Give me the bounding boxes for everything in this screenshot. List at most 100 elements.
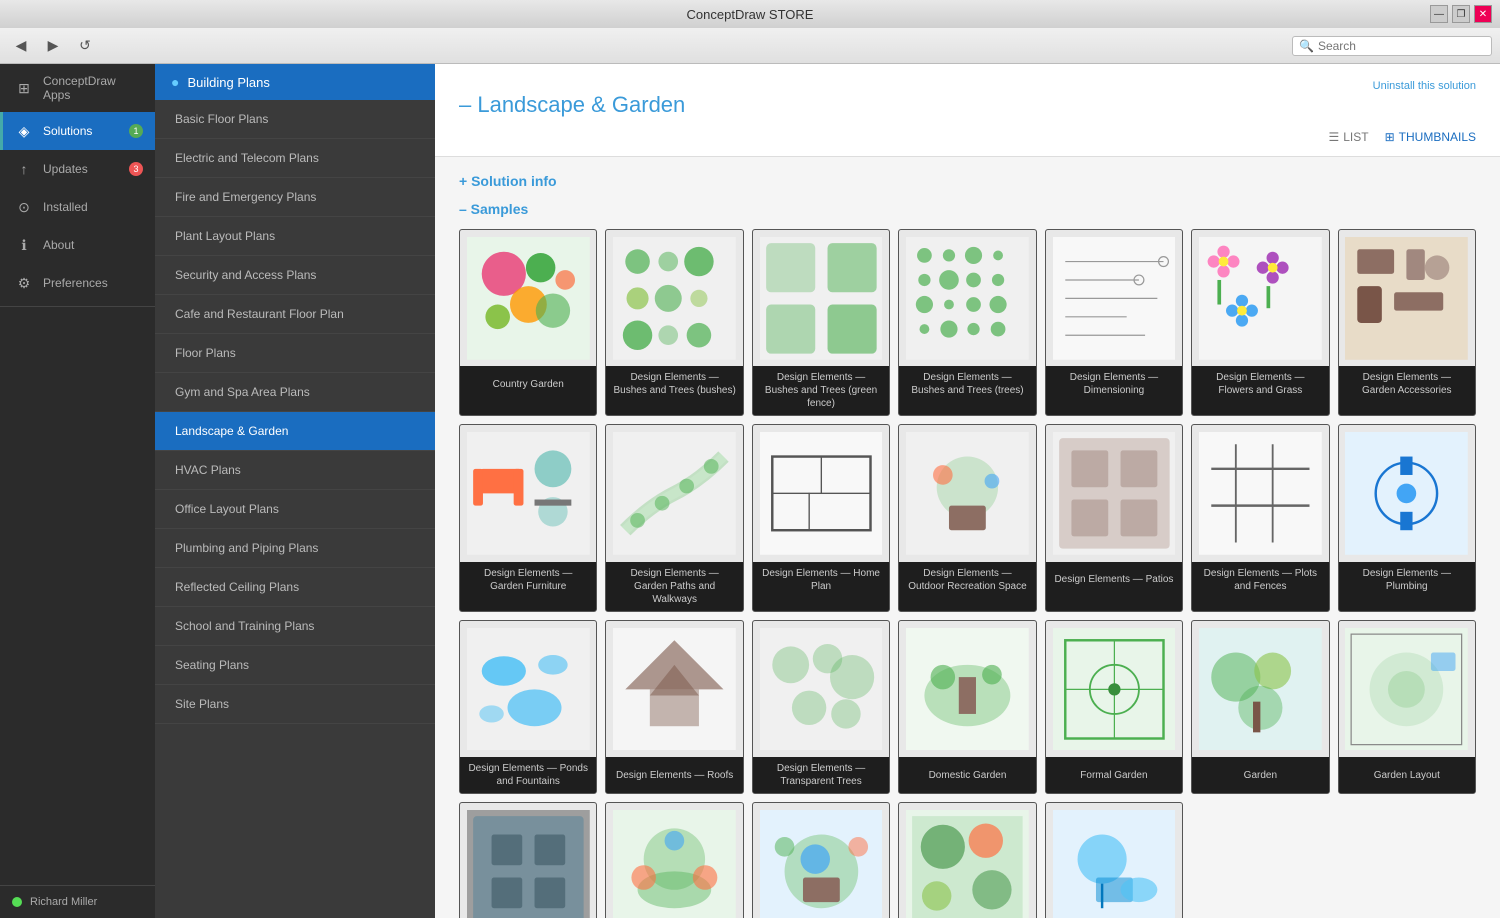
thumb-card-de-bushes-trees-green-fence[interactable]: Design Elements — Bushes and Trees (gree… [752, 229, 890, 416]
thumb-label-de-garden-furniture: Design Elements — Garden Furniture [460, 562, 596, 598]
thumb-image-de-outdoor-recreation [899, 425, 1035, 561]
thumb-image-garden [1192, 621, 1328, 757]
thumb-image-de-patios [1046, 425, 1182, 561]
thumb-card-garden-path[interactable]: Garden Path [459, 802, 597, 918]
thumb-card-de-garden-furniture[interactable]: Design Elements — Garden Furniture [459, 424, 597, 611]
thumb-card-water-communication[interactable]: Water Communication Plan [1045, 802, 1183, 918]
thumb-card-de-bushes-trees-trees[interactable]: Design Elements — Bushes and Trees (tree… [898, 229, 1036, 416]
thumb-card-tropical-garden[interactable]: Tropical Garden [898, 802, 1036, 918]
badge-solutions: 1 [129, 124, 143, 138]
sidebar-item-solutions[interactable]: ◈ Solutions 1 [0, 112, 155, 150]
nav-item-basic-floor-plans[interactable]: Basic Floor Plans [155, 100, 435, 139]
uninstall-link[interactable]: Uninstall this solution [1373, 80, 1476, 92]
thumb-image-de-transparent-trees [753, 621, 889, 757]
samples-toggle[interactable]: – Samples [459, 201, 1476, 217]
title-bar: ConceptDraw STORE — ❐ ✕ [0, 0, 1500, 28]
thumb-label-formal-garden: Formal Garden [1046, 757, 1182, 793]
sidebar-item-updates[interactable]: ↑ Updates 3 [0, 150, 155, 188]
thumb-card-country-garden[interactable]: Country Garden [459, 229, 597, 416]
nav-item-cafe-restaurant[interactable]: Cafe and Restaurant Floor Plan [155, 295, 435, 334]
page-title: – Landscape & Garden [459, 92, 1476, 118]
solution-info-toggle[interactable]: + Solution info [459, 173, 1476, 189]
sidebar-icon-solutions: ◈ [15, 122, 33, 140]
thumb-card-de-plots-fences[interactable]: Design Elements — Plots and Fences [1191, 424, 1329, 611]
thumb-card-de-dimensioning[interactable]: Design Elements — Dimensioning [1045, 229, 1183, 416]
restore-button[interactable]: ❐ [1452, 5, 1470, 23]
nav-item-seating[interactable]: Seating Plans [155, 646, 435, 685]
solution-info-label: + Solution info [459, 173, 557, 189]
window-controls: — ❐ ✕ [1430, 5, 1492, 23]
thumb-image-de-plumbing [1339, 425, 1475, 561]
thumb-card-de-flowers-grass[interactable]: Design Elements — Flowers and Grass [1191, 229, 1329, 416]
nav-item-reflected-ceiling[interactable]: Reflected Ceiling Plans [155, 568, 435, 607]
thumbnails-label: THUMBNAILS [1399, 130, 1476, 144]
search-input[interactable] [1318, 39, 1485, 53]
thumb-card-de-outdoor-recreation[interactable]: Design Elements — Outdoor Recreation Spa… [898, 424, 1036, 611]
thumb-card-de-ponds-fountains[interactable]: Design Elements — Ponds and Fountains [459, 620, 597, 794]
thumb-label-de-plots-fences: Design Elements — Plots and Fences [1192, 562, 1328, 598]
thumb-card-terrace-garden[interactable]: Terrace Garden [752, 802, 890, 918]
sidebar-left: ⊞ ConceptDraw Apps ◈ Solutions 1 ↑ Updat… [0, 64, 155, 918]
thumb-card-de-bushes-trees-bushes[interactable]: Design Elements — Bushes and Trees (bush… [605, 229, 743, 416]
thumb-card-de-roofs[interactable]: Design Elements — Roofs [605, 620, 743, 794]
nav-item-plumbing-piping[interactable]: Plumbing and Piping Plans [155, 529, 435, 568]
close-button[interactable]: ✕ [1474, 5, 1492, 23]
thumb-image-de-home-plan [753, 425, 889, 561]
thumb-image-de-garden-accessories [1339, 230, 1475, 366]
thumb-card-garden-layout[interactable]: Garden Layout [1338, 620, 1476, 794]
sidebar-item-conceptdraw-apps[interactable]: ⊞ ConceptDraw Apps [0, 64, 155, 112]
nav-item-hvac[interactable]: HVAC Plans [155, 451, 435, 490]
sidebar-item-installed[interactable]: ⊙ Installed [0, 188, 155, 226]
nav-item-site-plans[interactable]: Site Plans [155, 685, 435, 724]
nav-item-fire-emergency[interactable]: Fire and Emergency Plans [155, 178, 435, 217]
thumb-card-moresque-garden[interactable]: Moresque Garden [605, 802, 743, 918]
thumb-label-de-patios: Design Elements — Patios [1046, 562, 1182, 598]
nav-item-landscape-garden[interactable]: Landscape & Garden [155, 412, 435, 451]
thumb-label-de-bushes-trees-bushes: Design Elements — Bushes and Trees (bush… [606, 366, 742, 402]
thumb-card-formal-garden[interactable]: Formal Garden [1045, 620, 1183, 794]
thumb-image-de-flowers-grass [1192, 230, 1328, 366]
app-body: ⊞ ConceptDraw Apps ◈ Solutions 1 ↑ Updat… [0, 64, 1500, 918]
back-button[interactable]: ◀ [8, 33, 34, 59]
thumb-card-de-patios[interactable]: Design Elements — Patios [1045, 424, 1183, 611]
thumb-card-de-garden-accessories[interactable]: Design Elements — Garden Accessories [1338, 229, 1476, 416]
thumb-image-de-bushes-trees-green-fence [753, 230, 889, 366]
sidebar-divider [0, 306, 155, 307]
nav-item-school-training[interactable]: School and Training Plans [155, 607, 435, 646]
search-box: 🔍 [1292, 36, 1492, 56]
nav-item-office-layout[interactable]: Office Layout Plans [155, 490, 435, 529]
nav-item-security-access[interactable]: Security and Access Plans [155, 256, 435, 295]
sidebar-item-about[interactable]: ℹ About [0, 226, 155, 264]
list-view-button[interactable]: ☰ LIST [1328, 130, 1368, 144]
sidebar-icon-conceptdraw-apps: ⊞ [15, 79, 33, 97]
nav-item-gym-spa[interactable]: Gym and Spa Area Plans [155, 373, 435, 412]
nav-item-electric-telecom[interactable]: Electric and Telecom Plans [155, 139, 435, 178]
thumb-image-de-ponds-fountains [460, 621, 596, 757]
user-status-indicator [12, 897, 22, 907]
thumb-image-de-bushes-trees-bushes [606, 230, 742, 366]
thumb-label-de-dimensioning: Design Elements — Dimensioning [1046, 366, 1182, 402]
sidebar-icon-about: ℹ [15, 236, 33, 254]
sidebar-label-conceptdraw-apps: ConceptDraw Apps [43, 74, 143, 102]
nav-section-dot: ● [171, 74, 179, 90]
sidebar-label-updates: Updates [43, 162, 88, 176]
sidebar-nav: ● Building Plans Basic Floor PlansElectr… [155, 64, 435, 918]
thumb-image-domestic-garden [899, 621, 1035, 757]
thumb-card-garden[interactable]: Garden [1191, 620, 1329, 794]
thumb-label-de-transparent-trees: Design Elements — Transparent Trees [753, 757, 889, 793]
sidebar-icon-preferences: ⚙ [15, 274, 33, 292]
forward-button[interactable]: ▶ [40, 33, 66, 59]
nav-item-floor-plans[interactable]: Floor Plans [155, 334, 435, 373]
user-name: Richard Miller [30, 896, 97, 908]
thumb-card-domestic-garden[interactable]: Domestic Garden [898, 620, 1036, 794]
thumb-card-de-transparent-trees[interactable]: Design Elements — Transparent Trees [752, 620, 890, 794]
refresh-button[interactable]: ↺ [72, 33, 98, 59]
thumb-card-de-home-plan[interactable]: Design Elements — Home Plan [752, 424, 890, 611]
thumb-card-de-garden-paths-walkways[interactable]: Design Elements — Garden Paths and Walkw… [605, 424, 743, 611]
sidebar-item-preferences[interactable]: ⚙ Preferences [0, 264, 155, 302]
nav-item-plant-layout[interactable]: Plant Layout Plans [155, 217, 435, 256]
content-header: Uninstall this solution – Landscape & Ga… [435, 64, 1500, 157]
minimize-button[interactable]: — [1430, 5, 1448, 23]
thumbnails-view-button[interactable]: ⊞ THUMBNAILS [1385, 130, 1476, 144]
thumb-card-de-plumbing[interactable]: Design Elements — Plumbing [1338, 424, 1476, 611]
